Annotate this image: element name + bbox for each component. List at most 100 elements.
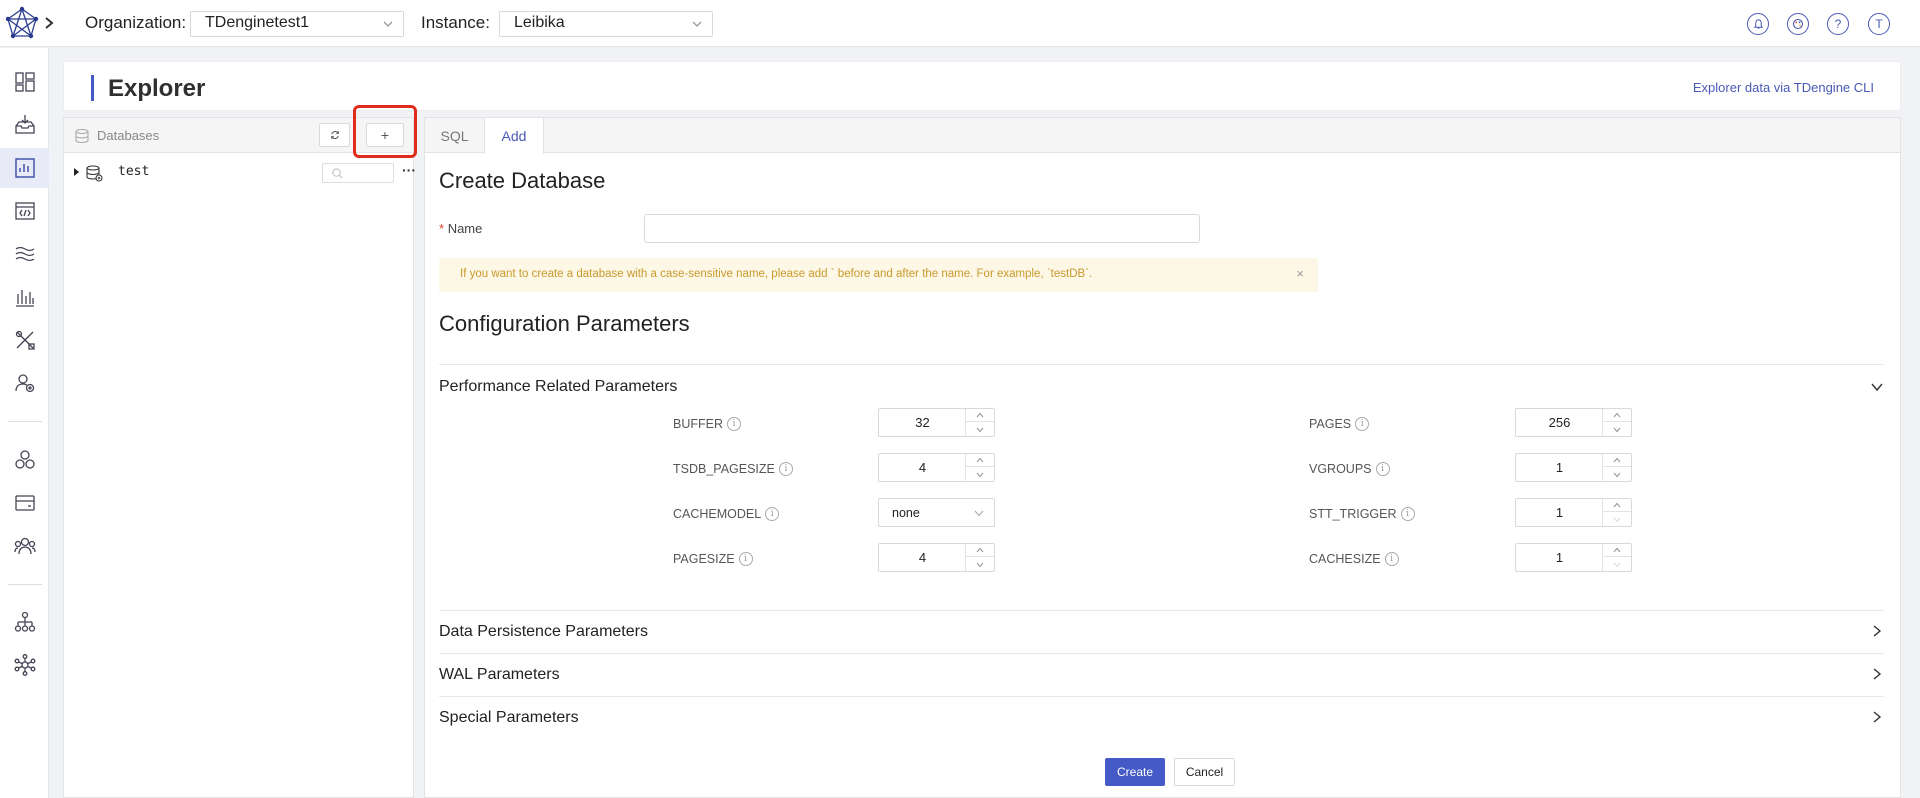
info-icon[interactable]: i: [1384, 552, 1399, 566]
page-title: Explorer: [108, 75, 206, 102]
tree-search-input[interactable]: [322, 163, 394, 183]
tree-item-test[interactable]: test ···: [72, 162, 416, 184]
chevron-right-icon[interactable]: [1870, 624, 1884, 638]
stt-trigger-stepper[interactable]: 1: [1515, 498, 1632, 527]
increment-button[interactable]: [1603, 544, 1631, 557]
database-icon: [75, 128, 89, 144]
chevron-down-icon: [383, 21, 393, 27]
required-mark: *: [439, 221, 445, 236]
info-icon[interactable]: i: [778, 462, 793, 476]
cachesize-stepper[interactable]: 1: [1515, 543, 1632, 572]
database-icon: [86, 165, 103, 182]
refresh-icon: [330, 131, 339, 139]
stepper-controls: [965, 409, 994, 436]
tab-label: SQL: [440, 127, 469, 144]
decrement-button[interactable]: [1603, 558, 1631, 571]
divider: [439, 653, 1884, 654]
instance-label: Instance:: [421, 13, 490, 32]
streams-icon[interactable]: [0, 234, 49, 274]
palette-icon[interactable]: [1787, 13, 1809, 35]
close-icon[interactable]: ×: [1296, 266, 1304, 281]
info-icon[interactable]: i: [1355, 417, 1370, 431]
instances-icon[interactable]: [0, 440, 49, 480]
cachemodel-select[interactable]: none: [878, 498, 995, 527]
param-label-stt-trigger: STT_TRIGGER i: [1309, 507, 1415, 521]
visualization-icon[interactable]: [0, 277, 49, 317]
cli-link[interactable]: Explorer data via TDengine CLI: [1693, 80, 1874, 95]
pagesize-stepper[interactable]: 4: [878, 543, 995, 572]
instance-select[interactable]: Leibika: [499, 11, 713, 37]
tools-icon[interactable]: [0, 320, 49, 360]
explorer-icon[interactable]: [0, 148, 49, 188]
stepper-controls: [1602, 544, 1631, 571]
decrement-button[interactable]: [966, 423, 994, 436]
organization-icon[interactable]: [0, 526, 49, 566]
tdengine-logo-icon[interactable]: [4, 6, 40, 42]
group-special[interactable]: Special Parameters: [439, 709, 579, 727]
increment-button[interactable]: [1603, 454, 1631, 467]
stepper-value: 4: [918, 550, 927, 565]
param-label-text: BUFFER: [673, 417, 723, 431]
vgroups-stepper[interactable]: 1: [1515, 453, 1632, 482]
network-icon[interactable]: [0, 645, 49, 685]
users-icon[interactable]: [0, 363, 49, 403]
dashboard-icon[interactable]: [0, 62, 49, 102]
organization-select[interactable]: TDenginetest1: [190, 11, 404, 37]
wallet-icon[interactable]: [0, 483, 49, 523]
stepper-value: 4: [918, 460, 927, 475]
databases-title: Databases: [97, 128, 160, 143]
create-button[interactable]: Create: [1105, 758, 1165, 786]
info-icon[interactable]: i: [1400, 507, 1415, 521]
info-icon[interactable]: i: [1375, 462, 1390, 476]
chevron-right-icon[interactable]: [1870, 710, 1884, 724]
param-label-pages: PAGES i: [1309, 417, 1370, 431]
pages-stepper[interactable]: 256: [1515, 408, 1632, 437]
expand-chevron-icon[interactable]: [43, 15, 55, 31]
bell-icon[interactable]: [1747, 13, 1769, 35]
search-icon: [332, 168, 343, 179]
tab-sql[interactable]: SQL: [425, 118, 484, 153]
param-label-cachesize: CACHESIZE i: [1309, 552, 1399, 566]
nav-divider: [8, 584, 42, 585]
increment-button[interactable]: [1603, 499, 1631, 512]
caret-right-icon[interactable]: [72, 168, 80, 176]
more-options-icon[interactable]: ···: [402, 162, 416, 178]
select-value: none: [892, 506, 920, 520]
info-icon[interactable]: i: [765, 507, 780, 521]
decrement-button[interactable]: [1603, 468, 1631, 481]
chevron-right-icon[interactable]: [1870, 667, 1884, 681]
group-performance[interactable]: Performance Related Parameters: [439, 378, 677, 396]
divider: [439, 364, 1884, 365]
param-label-text: TSDB_PAGESIZE: [673, 462, 775, 476]
param-label-text: VGROUPS: [1309, 462, 1372, 476]
increment-button[interactable]: [966, 544, 994, 557]
decrement-button[interactable]: [1603, 423, 1631, 436]
tab-add[interactable]: Add: [484, 118, 544, 154]
divider: [439, 696, 1884, 697]
hierarchy-icon[interactable]: [0, 602, 49, 642]
user-avatar-icon[interactable]: T: [1868, 13, 1890, 35]
info-icon[interactable]: i: [727, 417, 741, 431]
programming-icon[interactable]: [0, 191, 49, 231]
refresh-button[interactable]: [319, 123, 350, 147]
info-icon[interactable]: i: [738, 552, 753, 566]
decrement-button[interactable]: [1603, 513, 1631, 526]
buffer-stepper[interactable]: 32: [878, 408, 995, 437]
data-in-icon[interactable]: [0, 105, 49, 145]
increment-button[interactable]: [966, 409, 994, 422]
cancel-button[interactable]: Cancel: [1174, 758, 1235, 786]
add-button-highlight: [353, 105, 417, 158]
group-wal[interactable]: WAL Parameters: [439, 666, 560, 684]
configuration-title: Configuration Parameters: [439, 311, 690, 336]
increment-button[interactable]: [966, 454, 994, 467]
nav-divider: [8, 421, 42, 422]
stepper-value: 1: [1555, 460, 1564, 475]
name-input[interactable]: [644, 214, 1200, 243]
decrement-button[interactable]: [966, 468, 994, 481]
tsdb-pagesize-stepper[interactable]: 4: [878, 453, 995, 482]
group-data-persistence[interactable]: Data Persistence Parameters: [439, 623, 648, 641]
help-icon[interactable]: ?: [1827, 13, 1849, 35]
chevron-down-icon[interactable]: [1870, 380, 1884, 394]
increment-button[interactable]: [1603, 409, 1631, 422]
decrement-button[interactable]: [966, 558, 994, 571]
